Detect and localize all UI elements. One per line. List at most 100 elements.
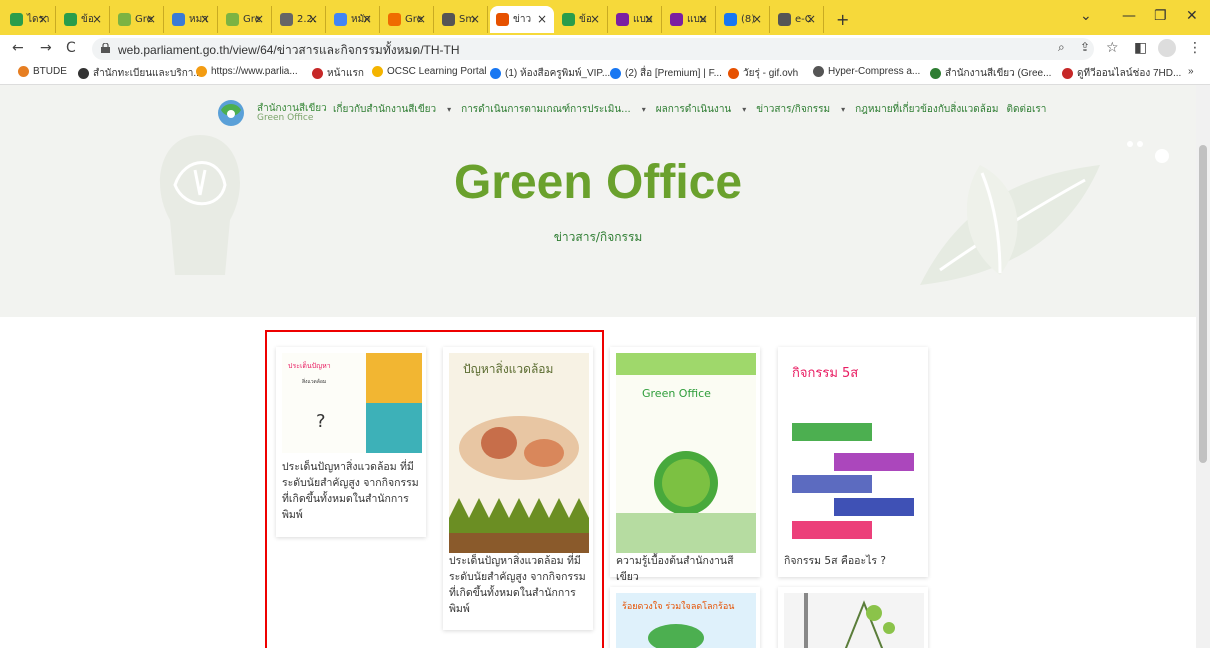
bookmark-item[interactable]: สำนักงานสีเขียว (Gree... [930,66,1051,81]
dropdown-caret-icon[interactable]: ▾ [841,105,845,114]
bookmark-label: สำนักงานสีเขียว (Gree... [945,68,1052,79]
bookmark-label: BTUDE [33,66,67,77]
tab-close-icon[interactable]: × [644,12,654,26]
page-viewport: สำนักงานสีเขียว Green Office เกี่ยวกับสำ… [0,85,1196,648]
tab-close-icon[interactable]: × [470,12,480,26]
tab-close-icon[interactable]: × [698,12,708,26]
reload-icon[interactable]: C [66,40,76,56]
tab-favicon-icon [778,13,791,26]
news-card[interactable] [778,587,928,648]
bookmark-star-icon[interactable]: ☆ [1106,40,1119,56]
forward-icon[interactable]: → [40,40,52,56]
bookmark-item[interactable]: BTUDE [18,66,67,77]
address-toolbar: ← → C web.parliament.go.th/view/64/ข่าวส… [0,35,1210,62]
tab-label: ข่าว [513,14,532,25]
browser-tab[interactable]: e-C × [772,6,824,33]
site-nav-item[interactable]: กฎหมายที่เกี่ยวข้องกับสิ่งแวดล้อม [855,104,998,115]
page-scrollbar[interactable] [1196,85,1210,648]
browser-tab[interactable]: Sm × [436,6,488,33]
hero-banner: สำนักงานสีเขียว Green Office เกี่ยวกับสำ… [0,85,1196,317]
selection-highlight-box [265,330,604,648]
bookmark-item[interactable]: หน้าแรก [312,66,364,81]
bookmark-label: https://www.parlia... [211,66,298,77]
bookmark-item[interactable]: OCSC Learning Portal [372,66,487,77]
news-card-title[interactable]: กิจกรรม 5ส คืออะไร ? [784,553,924,569]
tab-close-icon[interactable]: × [200,12,210,26]
url-bar[interactable]: web.parliament.go.th/view/64/ข่าวสารและก… [92,38,1094,60]
tab-close-icon[interactable]: × [146,12,156,26]
browser-tab[interactable]: 2.2. × [274,6,326,33]
tab-favicon-icon [562,13,575,26]
tab-favicon-icon [724,13,737,26]
close-window-icon[interactable]: ✕ [1186,8,1198,24]
site-nav-item[interactable]: การดำเนินการตามเกณฑ์การประเมิน... [461,104,631,115]
news-card[interactable]: กิจกรรม 5ส กิจกรรม 5ส คืออะไร ? [778,347,928,577]
tab-close-icon[interactable]: × [752,12,762,26]
bookmark-item[interactable]: (1) ห้องสือครูพิมพ์_VIP... [490,66,610,81]
tab-close-icon[interactable]: × [254,12,264,26]
site-nav-item[interactable]: ข่าวสาร/กิจกรรม [756,104,830,115]
browser-tab[interactable]: แบบ × [664,6,716,33]
tab-favicon-icon [64,13,77,26]
bookmark-item[interactable]: ดูทีวีออนไลน์ช่อง 7HD... [1062,66,1181,81]
tab-close-icon[interactable]: × [362,12,372,26]
tab-close-icon[interactable]: × [92,12,102,26]
browser-tab[interactable]: แบบ × [610,6,662,33]
back-icon[interactable]: ← [12,40,24,56]
browser-tab[interactable]: Gre × [220,6,272,33]
bookmark-label: Hyper-Compress a... [828,66,921,77]
dropdown-caret-icon[interactable]: ▾ [642,105,646,114]
bookmark-item[interactable]: Hyper-Compress a... [813,66,920,77]
chevron-down-icon[interactable]: ⌄ [1080,8,1092,24]
tab-close-icon[interactable]: × [806,12,816,26]
minimize-icon[interactable]: — [1122,8,1136,24]
lock-icon [101,43,110,53]
browser-tab[interactable]: (8) × [718,6,770,33]
new-tab-button[interactable]: + [830,6,849,33]
bookmarks-overflow-button[interactable]: » [1188,66,1194,77]
bookmark-favicon-icon [78,68,89,79]
zoom-icon[interactable]: ⌕ [1058,40,1065,55]
tab-close-icon[interactable]: × [308,12,318,26]
menu-kebab-icon[interactable]: ⋮ [1188,40,1202,56]
browser-tab[interactable]: ไดรา × [4,6,56,33]
browser-tab[interactable]: ข้อ × [58,6,110,33]
tab-favicon-icon [496,13,509,26]
dropdown-caret-icon[interactable]: ▾ [447,105,451,114]
tab-close-icon[interactable]: × [416,12,426,26]
bookmark-item[interactable]: วัยรุ่ - gif.ovh [728,66,798,81]
browser-tab[interactable]: Gre × [382,6,434,33]
site-nav-item[interactable]: ติดต่อเรา [1006,104,1046,115]
maximize-icon[interactable]: ❐ [1154,8,1167,24]
news-card[interactable]: Green Office ความรู้เบื้องต้นสำนักงานสีเ… [610,347,760,583]
side-panel-icon[interactable]: ◧ [1134,40,1147,56]
scrollbar-thumb[interactable] [1199,145,1207,463]
bookmark-item[interactable]: (2) สื่อ [Premium] | F... [610,66,722,81]
news-card-title[interactable]: ความรู้เบื้องต้นสำนักงานสีเขียว [616,553,756,585]
tab-favicon-icon [670,13,683,26]
browser-tab[interactable]: ข้อ × [556,6,608,33]
browser-tab[interactable]: ข่าว × [490,6,554,33]
tab-close-icon[interactable]: × [537,12,547,26]
tab-close-icon[interactable]: × [38,12,48,26]
browser-tab[interactable]: หมา × [166,6,218,33]
share-icon[interactable]: ⇪ [1080,40,1090,54]
bookmark-favicon-icon [728,68,739,79]
site-nav-item[interactable]: ผลการดำเนินงาน [656,104,732,115]
bookmark-favicon-icon [813,66,824,77]
tab-favicon-icon [442,13,455,26]
news-card[interactable]: ร้อยดวงใจ ร่วมใจลดโลกร้อน [610,587,760,648]
card-thumbnail-caption: ร้อยดวงใจ ร่วมใจลดโลกร้อน [622,601,734,612]
browser-tab[interactable]: Gre × [112,6,164,33]
bookmark-label: ดูทีวีออนไลน์ช่อง 7HD... [1077,68,1182,79]
bookmark-favicon-icon [372,66,383,77]
card-thumbnail-image [784,593,924,648]
profile-avatar[interactable] [1158,39,1176,57]
bookmark-item[interactable]: https://www.parlia... [196,66,298,77]
bookmark-item[interactable]: สำนักทะเบียนและบริกา... [78,66,202,81]
green-office-logo [218,100,244,126]
tab-close-icon[interactable]: × [590,12,600,26]
dropdown-caret-icon[interactable]: ▾ [742,105,746,114]
browser-tab[interactable]: หมัก × [328,6,380,33]
site-nav-item[interactable]: เกี่ยวกับสำนักงานสีเขียว [333,104,436,115]
